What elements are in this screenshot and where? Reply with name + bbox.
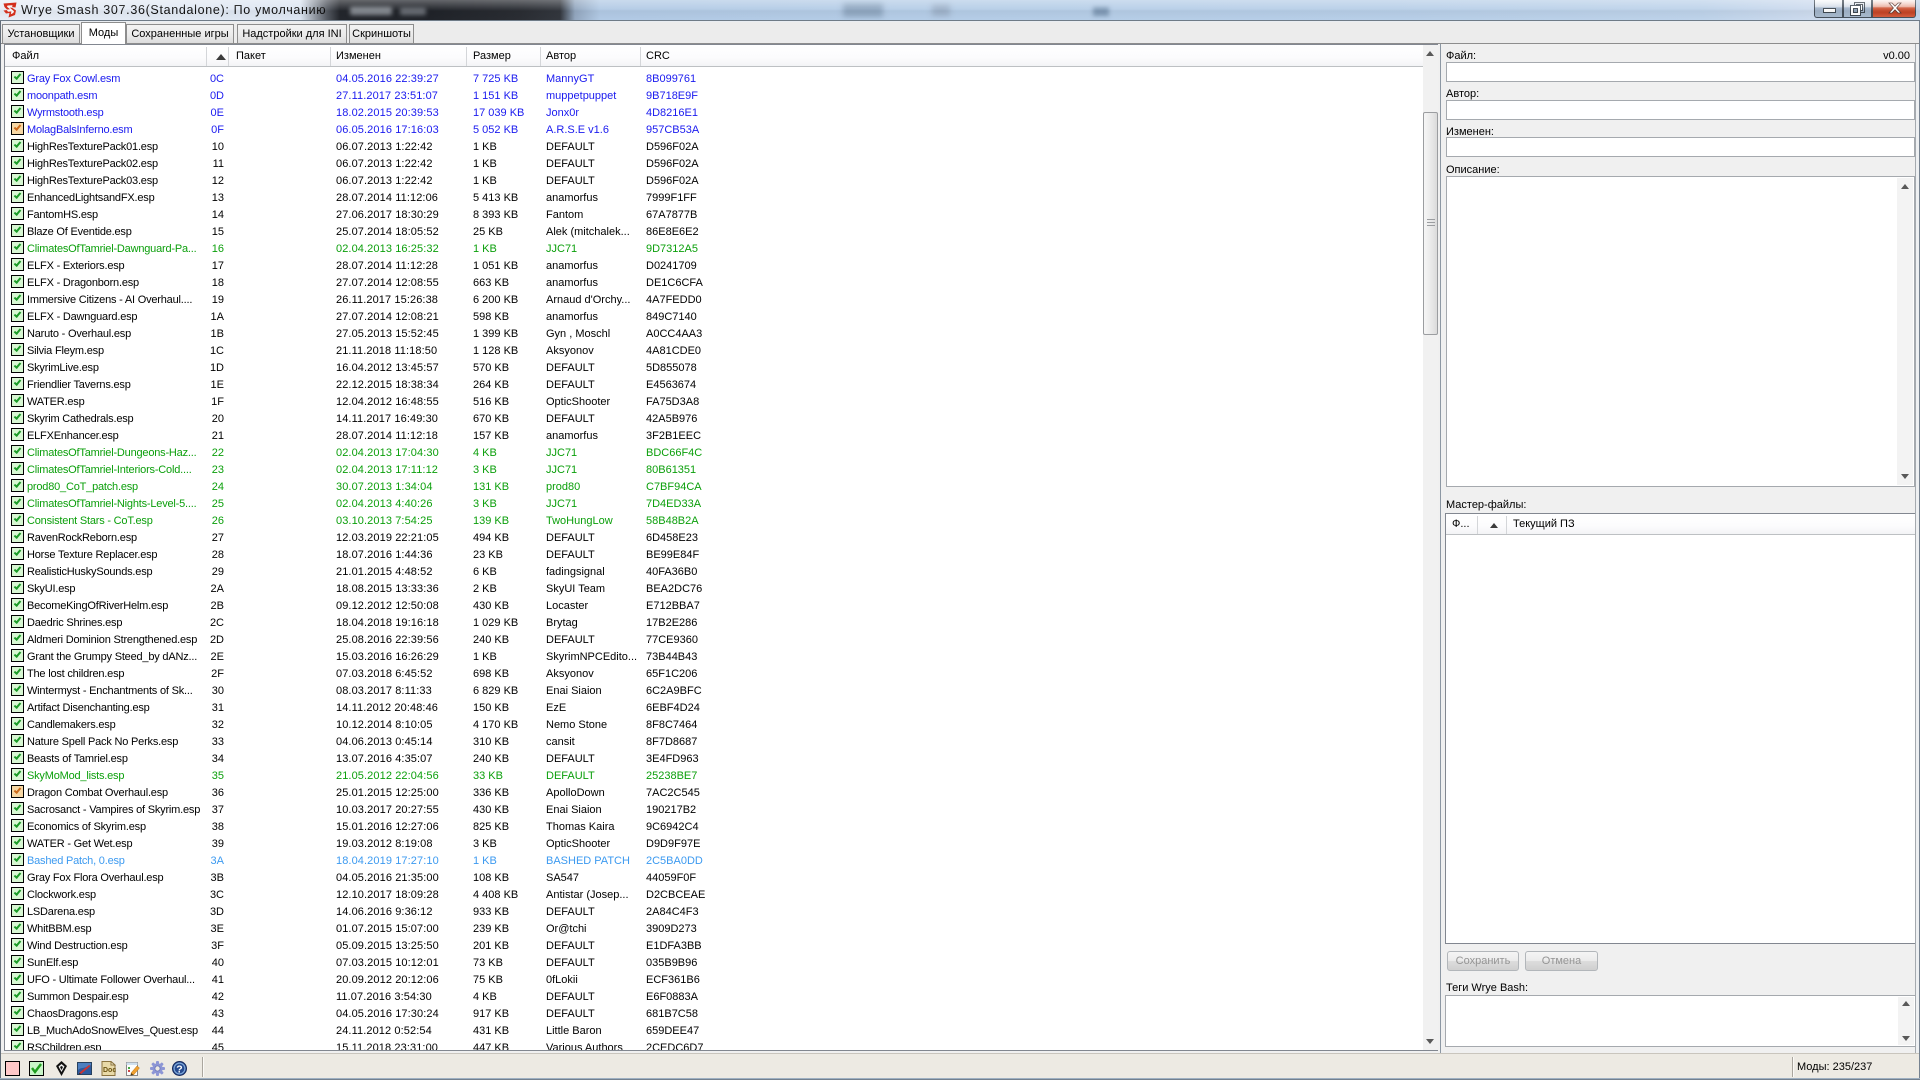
svg-text:Doc: Doc	[103, 1067, 116, 1074]
svg-text:?: ?	[176, 1063, 182, 1075]
